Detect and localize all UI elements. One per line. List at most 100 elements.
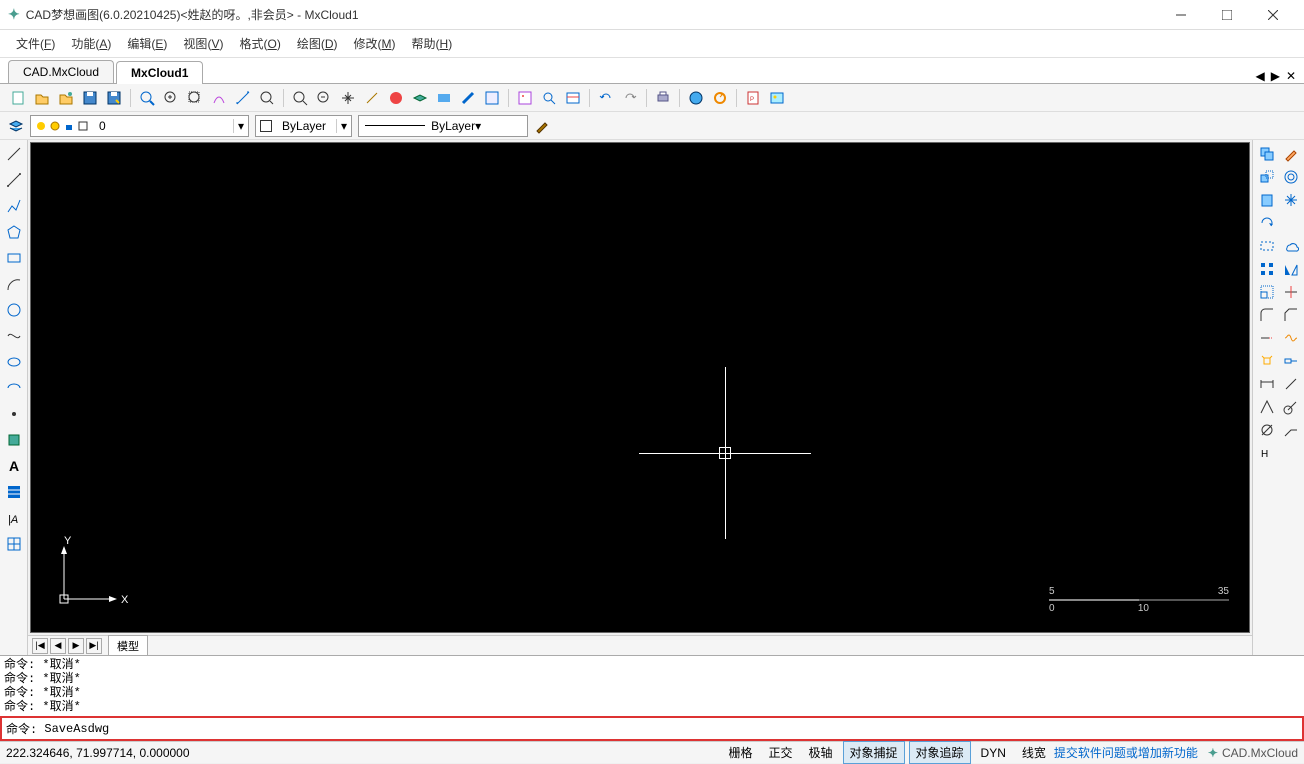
saveas-icon[interactable] — [104, 88, 124, 108]
block-icon[interactable] — [4, 430, 24, 450]
layout-first-icon[interactable]: |◀ — [32, 638, 48, 654]
chevron-down-icon[interactable]: ▾ — [475, 119, 481, 133]
ellipse-icon[interactable] — [4, 352, 24, 372]
feedback-link[interactable]: 提交软件问题或增加新功能 — [1054, 744, 1198, 761]
mtext-icon[interactable]: |A — [4, 508, 24, 528]
layers-icon[interactable] — [410, 88, 430, 108]
array-icon[interactable] — [1257, 259, 1277, 279]
leader-icon[interactable] — [1281, 420, 1301, 440]
hatch-icon[interactable] — [4, 482, 24, 502]
measure-icon[interactable] — [233, 88, 253, 108]
dim-linear-icon[interactable] — [1257, 374, 1277, 394]
arc-icon[interactable] — [4, 274, 24, 294]
circle-icon[interactable] — [4, 300, 24, 320]
status-grid[interactable]: 栅格 — [722, 742, 758, 763]
table-icon[interactable] — [4, 534, 24, 554]
trim-icon[interactable] — [1281, 282, 1301, 302]
settings-icon[interactable] — [563, 88, 583, 108]
dim-radius-icon[interactable] — [1281, 397, 1301, 417]
open-icon[interactable] — [32, 88, 52, 108]
minimize-button[interactable] — [1158, 0, 1204, 30]
drawing-canvas[interactable]: Y X 535 010 — [30, 142, 1250, 633]
print-icon[interactable] — [653, 88, 673, 108]
zoom-out-icon[interactable] — [314, 88, 334, 108]
properties-icon[interactable] — [482, 88, 502, 108]
spline-icon[interactable] — [4, 326, 24, 346]
linetype-combo[interactable]: ByLayer ▾ — [358, 115, 528, 137]
undo-icon[interactable] — [596, 88, 616, 108]
menu-file[interactable]: 文件(F) — [8, 31, 63, 56]
web-icon[interactable] — [686, 88, 706, 108]
ellipse-arc-icon[interactable] — [4, 378, 24, 398]
color-icon[interactable] — [386, 88, 406, 108]
zoom-all-icon[interactable] — [290, 88, 310, 108]
layout-last-icon[interactable]: ▶| — [86, 638, 102, 654]
chevron-down-icon[interactable]: ▾ — [336, 119, 351, 133]
move2-icon[interactable] — [1281, 190, 1301, 210]
open2-icon[interactable] — [56, 88, 76, 108]
menu-help[interactable]: 帮助(H) — [404, 31, 461, 56]
layer-combo[interactable]: 0 ▾ — [30, 115, 249, 137]
fillet-icon[interactable] — [1257, 305, 1277, 325]
tab-next-icon[interactable]: ▶ — [1271, 69, 1280, 83]
explode-icon[interactable] — [1257, 351, 1277, 371]
gradient-icon[interactable] — [434, 88, 454, 108]
layer-manager-icon[interactable] — [8, 118, 24, 134]
status-polar[interactable]: 极轴 — [802, 742, 838, 763]
highlight-icon[interactable] — [458, 88, 478, 108]
save-icon[interactable] — [80, 88, 100, 108]
move-icon[interactable] — [1257, 167, 1277, 187]
chamfer-icon[interactable] — [1281, 305, 1301, 325]
layout-next-icon[interactable]: ▶ — [68, 638, 84, 654]
offset-icon[interactable] — [1281, 167, 1301, 187]
refresh-icon[interactable] — [710, 88, 730, 108]
close-button[interactable] — [1250, 0, 1296, 30]
dim-aligned-icon[interactable] — [1281, 374, 1301, 394]
zoom-in-icon[interactable] — [161, 88, 181, 108]
status-otrack[interactable]: 对象追踪 — [909, 741, 971, 764]
erase-icon[interactable] — [1281, 144, 1301, 164]
redo-icon[interactable] — [620, 88, 640, 108]
menu-edit[interactable]: 编辑(E) — [119, 31, 175, 56]
preview-icon[interactable] — [515, 88, 535, 108]
polygon-icon[interactable] — [4, 222, 24, 242]
command-input[interactable] — [44, 720, 1298, 737]
copy-icon[interactable] — [1257, 144, 1277, 164]
zoom-window-icon[interactable] — [137, 88, 157, 108]
xline-icon[interactable] — [4, 170, 24, 190]
dim-edit-icon[interactable]: H — [1257, 443, 1277, 463]
status-ortho[interactable]: 正交 — [762, 742, 798, 763]
new-icon[interactable] — [8, 88, 28, 108]
extend-icon[interactable] — [1257, 328, 1277, 348]
status-lwt[interactable]: 线宽 — [1016, 742, 1052, 763]
linetype-brush-icon[interactable] — [534, 118, 550, 134]
paste-icon[interactable] — [1257, 190, 1277, 210]
rectangle-tool-icon[interactable] — [1257, 236, 1277, 256]
text-icon[interactable]: A — [4, 456, 24, 476]
rectangle-icon[interactable] — [4, 248, 24, 268]
line-icon[interactable] — [4, 144, 24, 164]
scale-icon[interactable] — [1257, 282, 1277, 302]
menu-modify[interactable]: 修改(M) — [346, 31, 404, 56]
break-icon[interactable] — [1281, 328, 1301, 348]
tab-prev-icon[interactable]: ◀ — [1255, 69, 1264, 83]
find-icon[interactable] — [539, 88, 559, 108]
point-icon[interactable] — [4, 404, 24, 424]
tab-close-icon[interactable]: ✕ — [1286, 69, 1296, 83]
tab-mxcloud1[interactable]: MxCloud1 — [116, 61, 203, 84]
menu-view[interactable]: 视图(V) — [175, 31, 231, 56]
model-tab[interactable]: 模型 — [108, 635, 148, 657]
zoom-extents-icon[interactable] — [185, 88, 205, 108]
menu-format[interactable]: 格式(O) — [231, 31, 288, 56]
image-icon[interactable] — [767, 88, 787, 108]
menu-draw[interactable]: 绘图(D) — [289, 31, 346, 56]
status-dyn[interactable]: DYN — [975, 744, 1012, 762]
layout-prev-icon[interactable]: ◀ — [50, 638, 66, 654]
status-osnap[interactable]: 对象捕捉 — [843, 741, 905, 764]
pan-icon[interactable] — [338, 88, 358, 108]
tab-cad-mxcloud[interactable]: CAD.MxCloud — [8, 60, 114, 83]
maximize-button[interactable] — [1204, 0, 1250, 30]
rotate-icon[interactable] — [1257, 213, 1277, 233]
polyline-icon[interactable] — [4, 196, 24, 216]
brush-icon[interactable] — [362, 88, 382, 108]
